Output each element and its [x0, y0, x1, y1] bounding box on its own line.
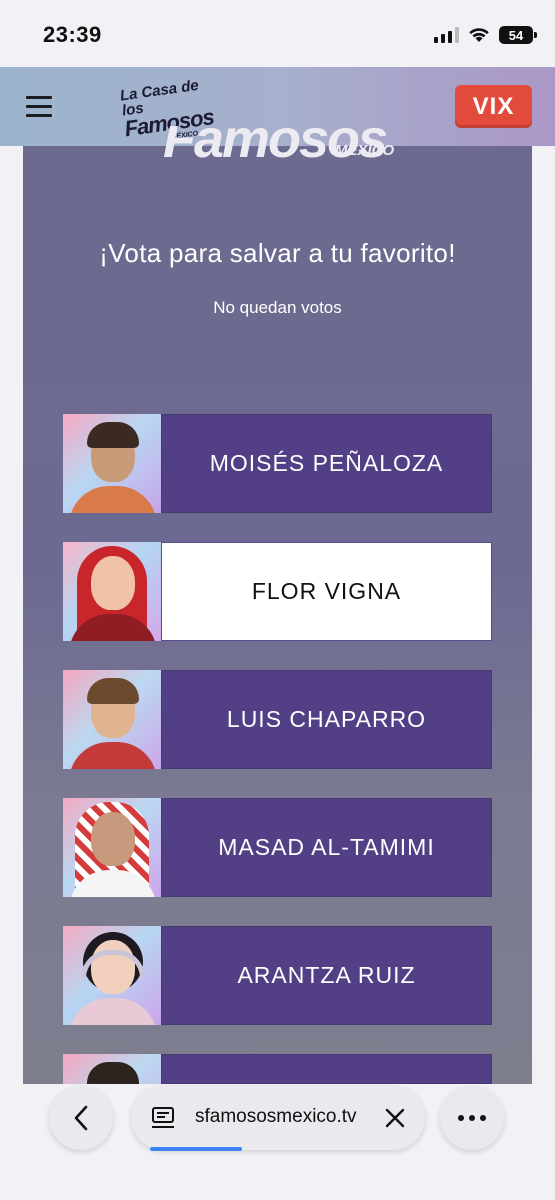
wifi-icon: [469, 28, 489, 42]
candidate-name: MOISÉS PEÑALOZA: [161, 414, 492, 513]
candidate-photo: [63, 798, 161, 897]
candidate-card[interactable]: [63, 1054, 492, 1084]
url-text: sfamososmexico.tv: [195, 1106, 357, 1127]
candidate-name: [161, 1054, 492, 1084]
back-icon: [74, 1105, 88, 1131]
candidate-photo: [63, 414, 161, 513]
candidate-name: LUIS CHAPARRO: [161, 670, 492, 769]
candidate-photo: [63, 670, 161, 769]
candidate-name: FLOR VIGNA: [161, 542, 492, 641]
candidate-photo: [63, 1054, 161, 1084]
battery-level: 54: [508, 27, 524, 43]
candidate-card[interactable]: MASAD AL-TAMIMI: [63, 798, 492, 897]
vote-header-area: Famosos MÉXICO ¡Vota para salvar a tu fa…: [23, 126, 532, 386]
url-bar[interactable]: sfamososmexico.tv: [131, 1086, 425, 1150]
candidate-card-selected[interactable]: FLOR VIGNA: [63, 542, 492, 641]
status-time: 23:39: [43, 22, 102, 47]
candidate-photo: [63, 926, 161, 1025]
more-icon: [458, 1115, 486, 1121]
candidate-name: MASAD AL-TAMIMI: [161, 798, 492, 897]
status-bar: 23:39 54: [0, 0, 555, 67]
candidate-card[interactable]: LUIS CHAPARRO: [63, 670, 492, 769]
close-icon[interactable]: [383, 1106, 407, 1130]
more-button[interactable]: [440, 1086, 504, 1150]
vote-title: ¡Vota para salvar a tu favorito!: [99, 238, 456, 268]
candidate-card[interactable]: ARANTZA RUIZ: [63, 926, 492, 1025]
background-logo: Famosos MÉXICO: [163, 126, 395, 169]
reader-icon[interactable]: [151, 1107, 175, 1129]
candidate-photo: [63, 542, 161, 641]
status-icons: 54: [434, 24, 537, 46]
candidate-name: ARANTZA RUIZ: [161, 926, 492, 1025]
signal-icon: [434, 27, 459, 43]
vote-panel: Famosos MÉXICO ¡Vota para salvar a tu fa…: [23, 126, 532, 1084]
candidate-card[interactable]: MOISÉS PEÑALOZA: [63, 414, 492, 513]
votes-remaining-text: No quedan votos: [213, 298, 342, 317]
hamburger-icon[interactable]: [26, 96, 52, 117]
vix-logo[interactable]: VIX: [455, 85, 532, 128]
page-load-progress: [150, 1147, 242, 1151]
back-button[interactable]: [49, 1086, 113, 1150]
battery-icon: 54: [499, 26, 537, 44]
